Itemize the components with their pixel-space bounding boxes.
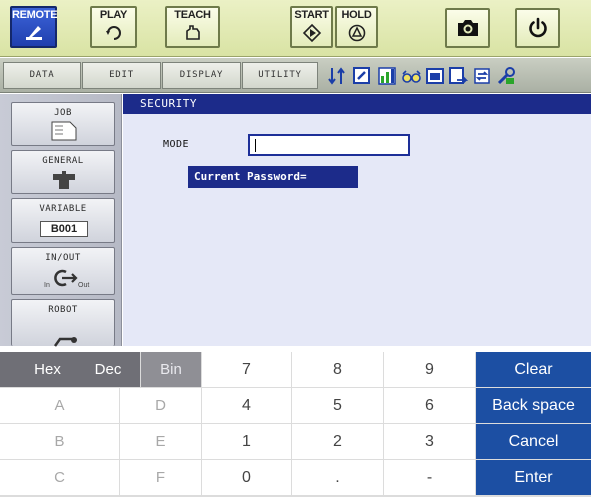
remote-mode-button[interactable]: REMOTE (10, 6, 58, 48)
screenshot-button[interactable] (445, 8, 490, 48)
camera-icon (457, 20, 478, 36)
key-c[interactable]: C (0, 460, 119, 495)
edit-box-icon[interactable] (352, 66, 372, 86)
key-3[interactable]: 3 (384, 424, 475, 459)
sort-order-icon[interactable] (328, 66, 348, 86)
sync-icon[interactable] (472, 66, 492, 86)
variable-value-box: B001 (40, 221, 88, 237)
power-icon (528, 17, 547, 38)
menu-display[interactable]: DISPLAY (162, 62, 241, 89)
sidebar-item-inout[interactable]: IN/OUT In Out (11, 247, 115, 295)
remote-pen-icon (25, 26, 42, 40)
general-torch-icon (53, 171, 75, 189)
job-document-icon (51, 121, 77, 141)
start-diamond-icon (302, 23, 321, 43)
security-screen: SECURITY MODE Current Password= (123, 94, 591, 346)
key-0[interactable]: 0 (202, 460, 291, 495)
dec-mode-key[interactable]: Dec (76, 352, 140, 387)
mode-label: MODE (163, 139, 190, 150)
sidebar-item-robot[interactable]: ROBOT (11, 299, 115, 347)
page-arrow-icon[interactable] (448, 66, 468, 86)
teach-mode-button[interactable]: TEACH (165, 6, 220, 48)
robot-arm-icon (53, 337, 77, 347)
sidebar-item-job[interactable]: JOB (11, 102, 115, 146)
key-e[interactable]: E (120, 424, 201, 459)
bin-mode-key[interactable]: Bin (141, 352, 201, 387)
sidebar-item-general[interactable]: GENERAL (11, 150, 115, 194)
play-mode-button[interactable]: PLAY (90, 6, 137, 48)
power-button[interactable] (515, 8, 560, 48)
sidebar-item-general-label: GENERAL (42, 156, 84, 166)
hold-circle-icon (348, 24, 365, 42)
key-9[interactable]: 9 (384, 352, 475, 387)
glasses-icon[interactable] (401, 66, 421, 86)
menu-data[interactable]: DATA (3, 62, 81, 89)
menu-utility[interactable]: UTILITY (242, 62, 318, 89)
sidebar-item-job-label: JOB (54, 108, 72, 118)
key-2[interactable]: 2 (292, 424, 383, 459)
main-menu-panel: JOB GENERAL VARIABLE B001 IN/OUT In Out … (0, 94, 122, 347)
teach-hand-icon (185, 25, 200, 40)
key-1[interactable]: 1 (202, 424, 291, 459)
key-6[interactable]: 6 (384, 388, 475, 423)
key-4[interactable]: 4 (202, 388, 291, 423)
enter-button[interactable]: Enter (476, 460, 591, 495)
in-label: In (44, 282, 50, 289)
numeric-keypad: Hex Dec Bin A B C D E F 7 8 9 4 5 6 1 2 … (0, 352, 591, 497)
key-dot[interactable]: . (292, 460, 383, 495)
password-prompt: Current Password= (188, 166, 358, 188)
hold-button[interactable]: HOLD (335, 6, 378, 48)
sidebar-item-variable[interactable]: VARIABLE B001 (11, 198, 115, 243)
key-f[interactable]: F (120, 460, 201, 495)
text-caret (255, 139, 256, 152)
play-mode-label: PLAY (99, 9, 128, 21)
key-d[interactable]: D (120, 388, 201, 423)
sidebar-item-variable-label: VARIABLE (39, 204, 87, 214)
play-cycle-icon (105, 26, 121, 40)
tool-settings-icon[interactable] (496, 66, 516, 86)
teach-mode-label: TEACH (174, 9, 211, 21)
menu-edit[interactable]: EDIT (82, 62, 161, 89)
backspace-button[interactable]: Back space (476, 388, 591, 423)
sidebar-item-inout-label: IN/OUT (45, 253, 81, 263)
clear-button[interactable]: Clear (476, 352, 591, 387)
page-title: SECURITY (123, 94, 591, 114)
mode-input[interactable] (248, 134, 410, 156)
key-minus[interactable]: - (384, 460, 475, 495)
start-button[interactable]: START (290, 6, 333, 48)
key-8[interactable]: 8 (292, 352, 383, 387)
hold-label: HOLD (341, 9, 372, 21)
window-icon[interactable] (425, 66, 445, 86)
menu-bar: DATA EDIT DISPLAY UTILITY (0, 58, 591, 93)
cancel-button[interactable]: Cancel (476, 424, 591, 459)
bar-chart-icon[interactable] (377, 66, 397, 86)
start-label: START (294, 9, 329, 21)
key-a[interactable]: A (0, 388, 119, 423)
mode-toolbar: REMOTE PLAY TEACH START HOLD (0, 0, 591, 57)
io-plug-icon (54, 269, 78, 287)
key-7[interactable]: 7 (202, 352, 291, 387)
sidebar-item-robot-label: ROBOT (48, 305, 78, 315)
key-5[interactable]: 5 (292, 388, 383, 423)
key-b[interactable]: B (0, 424, 119, 459)
out-label: Out (78, 282, 90, 289)
remote-mode-label: REMOTE (12, 9, 58, 21)
